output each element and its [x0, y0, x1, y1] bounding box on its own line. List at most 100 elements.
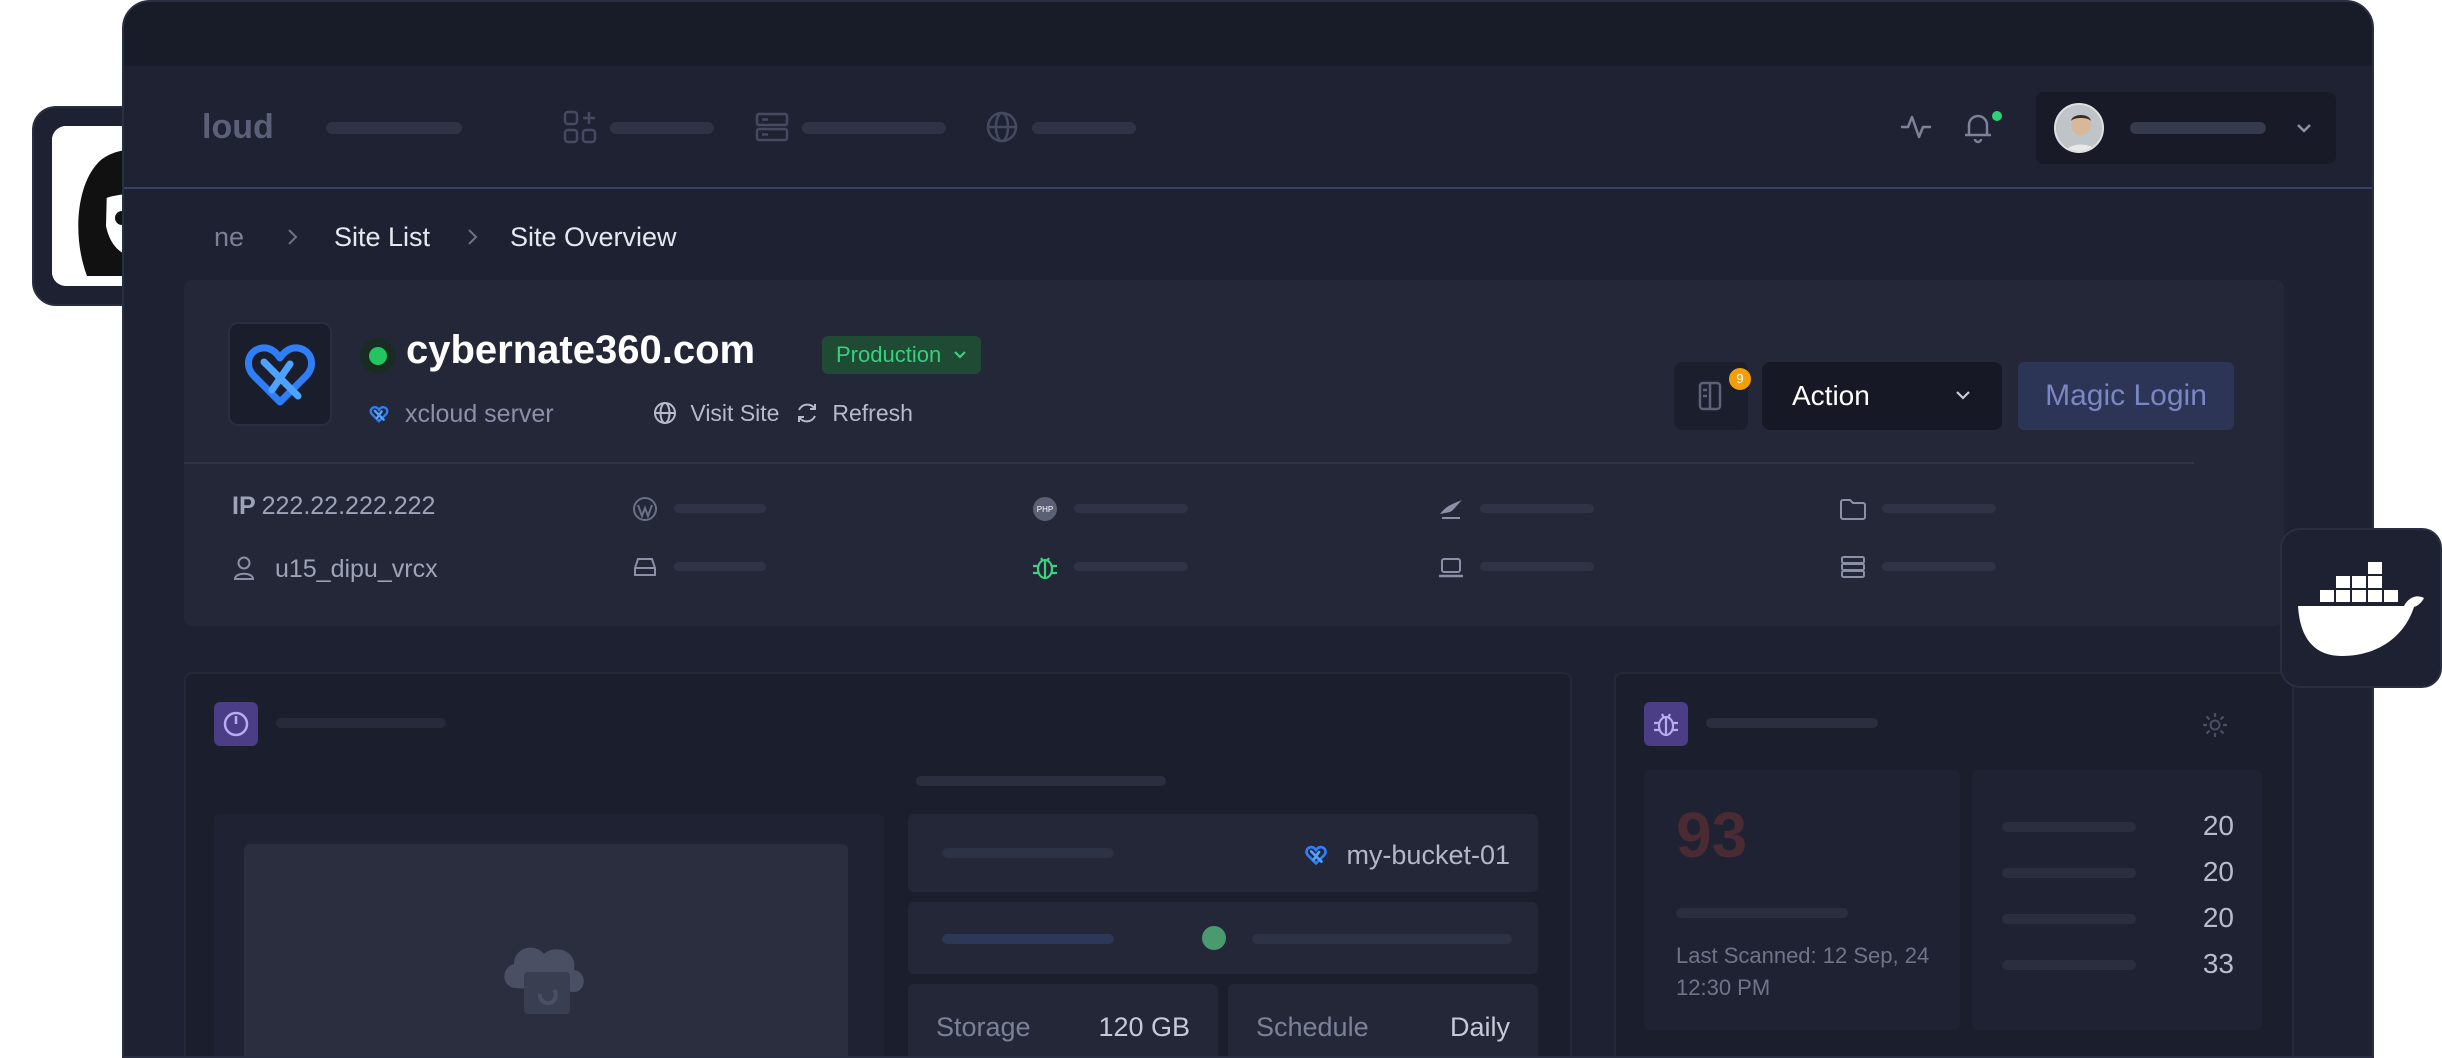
- notification-dot: [1992, 111, 2002, 121]
- backup-status-row: [908, 902, 1538, 974]
- ip-value: 222.22.222.222: [261, 492, 436, 520]
- action-dropdown[interactable]: Action: [1762, 362, 2002, 430]
- ip-label: IP: [232, 492, 256, 520]
- meta-skeleton: [1480, 504, 1594, 513]
- bucket-label-skeleton: [942, 848, 1114, 858]
- site-logo: [228, 322, 332, 426]
- nav-skeleton: [1032, 122, 1136, 134]
- svg-text:PHP: PHP: [1037, 505, 1053, 514]
- status-skeleton: [1252, 934, 1512, 944]
- chevron-right-icon: [468, 229, 478, 245]
- storage-icon: [1841, 556, 1865, 578]
- backup-panel-icon: [214, 702, 258, 746]
- activity-icon[interactable]: [1898, 109, 1934, 145]
- globe-icon: [654, 402, 676, 424]
- meta-skeleton: [674, 562, 766, 571]
- storage-label: Storage: [936, 1012, 1031, 1042]
- meta-skeleton: [1480, 562, 1594, 571]
- action-label: Action: [1792, 380, 1870, 411]
- refresh-link[interactable]: Refresh: [794, 400, 913, 427]
- magic-login-button[interactable]: Magic Login: [2018, 362, 2234, 430]
- count-value: 20: [2202, 856, 2234, 887]
- site-user: u15_dipu_vrcx: [232, 555, 438, 584]
- breadcrumb-home[interactable]: ne: [214, 222, 244, 253]
- chevron-down-icon: [2297, 124, 2311, 133]
- meta-skeleton: [1074, 504, 1188, 513]
- meta-skeleton: [1074, 562, 1188, 571]
- user-menu[interactable]: [2036, 92, 2336, 164]
- count-label-skeleton: [2002, 914, 2136, 924]
- storage-row: Storage 120 GB: [908, 984, 1218, 1056]
- security-score-card: 93 Last Scanned: 12 Sep, 24 12:30 PM: [1644, 770, 1960, 1030]
- folder-icon: [1840, 499, 1866, 520]
- php-icon: PHP: [1033, 497, 1057, 521]
- power-icon: [223, 711, 249, 737]
- nav-skeleton: [802, 122, 946, 134]
- database-icon: [1440, 500, 1462, 519]
- app-window: loud ne Site List Site Overview cybernat…: [122, 0, 2374, 1058]
- schedule-value: Daily: [1449, 1012, 1510, 1042]
- floating-app-icon-docker[interactable]: [2280, 528, 2442, 688]
- backup-preview-card: [244, 844, 848, 1056]
- app-logo[interactable]: loud: [202, 108, 274, 147]
- breadcrumb-site-list[interactable]: Site List: [334, 222, 430, 253]
- meta-skeleton: [674, 504, 766, 513]
- visit-site-label: Visit Site: [690, 400, 780, 426]
- settings-icon[interactable]: [2200, 710, 2230, 740]
- notes-count-badge: 9: [1729, 368, 1751, 390]
- site-status-indicator: [360, 338, 396, 374]
- grid-plus-icon[interactable]: [562, 109, 598, 145]
- nav-skeleton: [326, 122, 462, 134]
- username-skeleton: [2130, 122, 2266, 134]
- chevron-down-icon: [954, 351, 967, 359]
- bug-icon: [1033, 557, 1057, 580]
- refresh-label: Refresh: [832, 400, 913, 426]
- cloud-folder-icon: [504, 947, 584, 1014]
- breadcrumb-current: Site Overview: [510, 222, 677, 252]
- window-titlebar: [124, 2, 2372, 66]
- panel-title-skeleton: [276, 718, 446, 728]
- notes-icon: [1698, 381, 1722, 411]
- xcloud-small-icon: [369, 406, 389, 423]
- count-label-skeleton: [2002, 822, 2136, 832]
- user-icon: [233, 556, 255, 580]
- refresh-icon: [798, 403, 816, 423]
- bug-icon: [1654, 713, 1678, 737]
- server-info: xcloud server: [366, 400, 554, 429]
- bell-icon[interactable]: [1960, 109, 1996, 145]
- server-list-icon[interactable]: [754, 109, 790, 145]
- security-score: 93: [1676, 799, 1748, 871]
- bucket-value: my-bucket-01: [1346, 840, 1510, 870]
- laptop-icon: [1439, 558, 1463, 578]
- panel-subtitle-skeleton: [916, 776, 1166, 786]
- count-value: 33: [2202, 948, 2234, 979]
- top-navbar: loud: [124, 66, 2372, 189]
- backup-preview-area: [214, 814, 884, 1056]
- score-label-skeleton: [1676, 908, 1848, 918]
- meta-skeleton: [1882, 562, 1996, 571]
- card-divider: [184, 462, 2194, 464]
- backup-panel: my-bucket-01 Storage 120 GB Schedule Dai…: [184, 672, 1572, 1056]
- status-skeleton: [942, 934, 1114, 944]
- stage: loud ne Site List Site Overview cybernat…: [0, 0, 2442, 1058]
- schedule-row: Schedule Daily: [1228, 984, 1538, 1056]
- ip-address: IP 222.22.222.222: [232, 492, 435, 521]
- chevron-down-icon: [1956, 391, 1970, 400]
- server-name: xcloud server: [404, 400, 554, 428]
- count-value: 20: [2202, 810, 2234, 841]
- count-label-skeleton: [2002, 960, 2136, 970]
- schedule-label: Schedule: [1256, 1012, 1369, 1042]
- xcloud-small-icon: [1305, 845, 1327, 866]
- security-panel: 93 Last Scanned: 12 Sep, 24 12:30 PM 20 …: [1614, 672, 2294, 1056]
- environment-label: Production: [836, 342, 942, 367]
- site-user-value: u15_dipu_vrcx: [274, 555, 438, 583]
- globe-icon[interactable]: [984, 109, 1020, 145]
- storage-value: 120 GB: [1098, 1012, 1190, 1042]
- backup-status-dot: [1202, 926, 1226, 950]
- security-panel-icon: [1644, 702, 1688, 746]
- bucket-row: my-bucket-01: [908, 814, 1538, 892]
- environment-badge[interactable]: Production: [822, 336, 982, 374]
- site-name: cybernate360.com: [406, 328, 756, 372]
- nav-skeleton: [610, 122, 714, 134]
- visit-site-link[interactable]: Visit Site: [652, 400, 779, 427]
